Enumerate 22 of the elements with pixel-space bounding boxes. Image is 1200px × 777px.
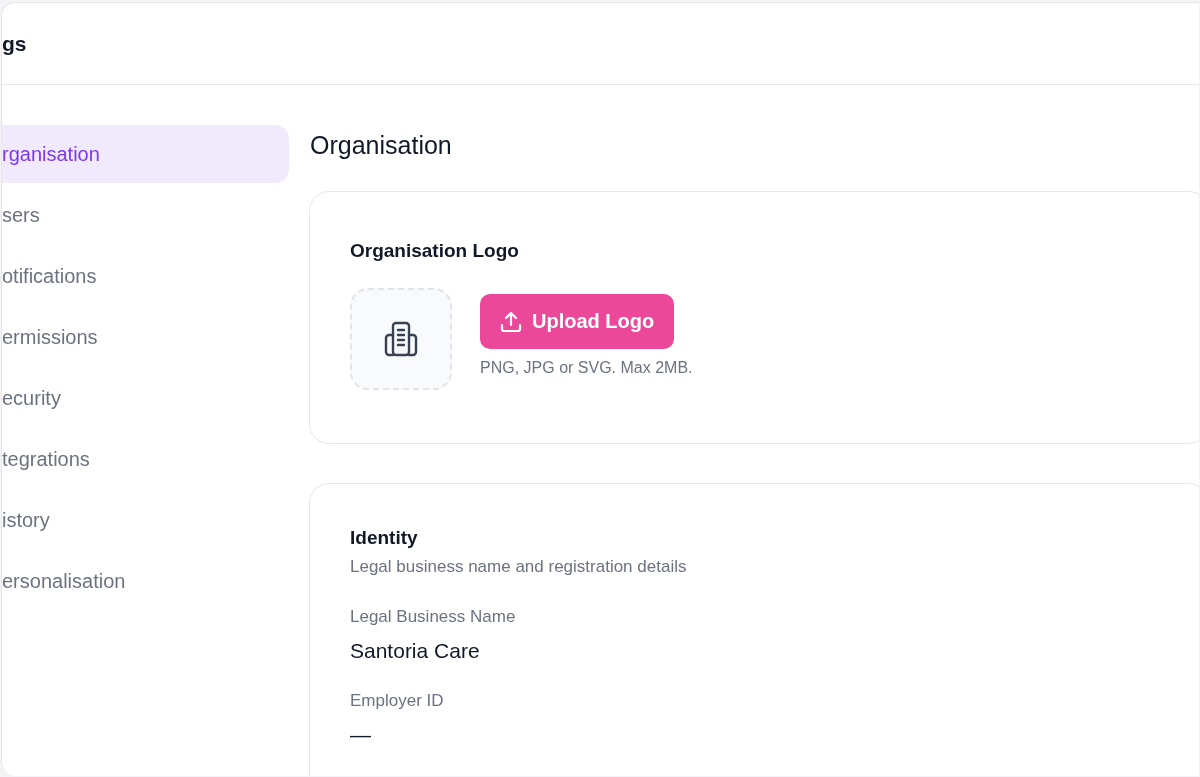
file-hint: PNG, JPG or SVG. Max 2MB. — [480, 359, 693, 377]
section-title: Identity — [350, 527, 418, 549]
page-title: gs — [2, 31, 27, 56]
sidebar-item[interactable]: sers — [2, 186, 289, 244]
sidebar-item[interactable]: rganisation — [2, 125, 289, 183]
sidebar-item[interactable]: istory — [2, 491, 289, 549]
card-title: Organisation Logo — [350, 240, 519, 262]
sidebar-item[interactable]: tegrations — [2, 430, 289, 488]
upload-icon — [500, 310, 522, 333]
building-icon — [383, 321, 419, 357]
logo-placeholder[interactable] — [350, 288, 452, 390]
sidebar-item[interactable]: ersonalisation — [2, 552, 289, 610]
field-label: Legal Business Name — [350, 607, 516, 627]
upload-logo-button[interactable]: Upload Logo — [480, 294, 675, 349]
section-subtitle: Legal business name and registration details — [350, 557, 687, 577]
field-value: — — [350, 723, 371, 747]
field-label: Employer ID — [350, 691, 444, 711]
sidebar-item[interactable]: ecurity — [2, 369, 289, 427]
field-value: Santoria Care — [350, 639, 480, 663]
section-heading: Organisation — [310, 130, 452, 161]
sidebar-item[interactable]: ermissions — [2, 308, 289, 366]
sidebar-item[interactable]: otifications — [2, 247, 289, 305]
